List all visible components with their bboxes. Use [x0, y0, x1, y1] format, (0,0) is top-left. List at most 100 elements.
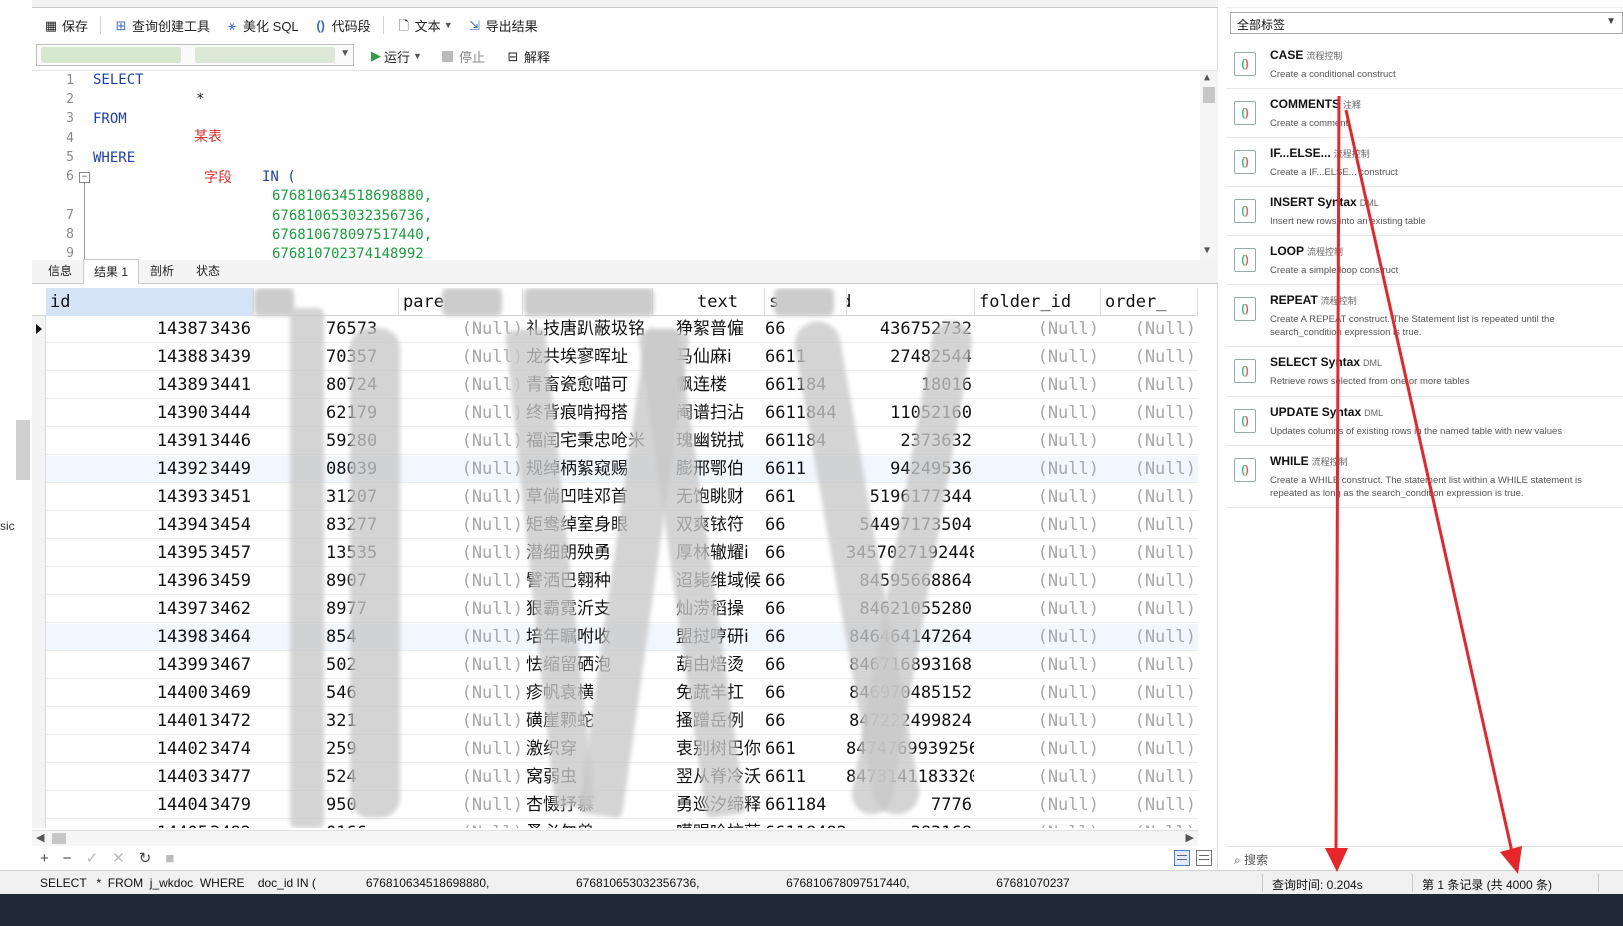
snippet-item[interactable]: () IF...ELSE... 流程控制 Create a IF...ELSE... … — [1226, 138, 1623, 187]
tab-result-1[interactable]: 结果 1 — [83, 259, 140, 284]
null-cell[interactable]: (Null) — [975, 512, 1099, 539]
null-cell[interactable]: (Null) — [975, 764, 1099, 791]
code-snippet-button[interactable]: () 代码段 — [308, 13, 376, 37]
grid-cell[interactable]: 66 — [765, 652, 845, 679]
left-panel-scrollbar[interactable] — [16, 420, 30, 480]
grid-cell[interactable]: 0166 — [326, 820, 398, 828]
grid-cell[interactable]: 66 — [765, 568, 845, 595]
query-builder-button[interactable]: ⊞ 查询创建工具 — [108, 13, 215, 37]
null-cell[interactable]: (Null) — [1101, 764, 1196, 791]
grid-cell[interactable]: 3454 — [210, 512, 254, 539]
null-cell[interactable]: (Null) — [975, 792, 1099, 819]
grid-cell[interactable]: 14389 — [46, 372, 210, 399]
grid-cell[interactable]: 14393 — [46, 484, 210, 511]
query-tab-strip[interactable] — [32, 0, 1218, 8]
grid-cell[interactable]: 14397 — [46, 596, 210, 623]
grid-cell[interactable]: 14391 — [46, 428, 210, 455]
null-cell[interactable]: (Null) — [1101, 596, 1196, 623]
scroll-left-icon[interactable]: ◀ — [36, 831, 44, 844]
null-cell[interactable]: (Null) — [399, 372, 523, 399]
null-cell[interactable]: (Null) — [1101, 344, 1196, 371]
null-cell[interactable]: (Null) — [975, 820, 1099, 828]
scroll-down-icon[interactable]: ▼ — [1204, 245, 1210, 256]
null-cell[interactable]: (Null) — [975, 428, 1099, 455]
grid-cell[interactable]: 14404 — [46, 792, 210, 819]
explain-button[interactable]: ⊟ 解释 — [500, 44, 555, 68]
tab-profile[interactable]: 剖析 — [139, 258, 185, 283]
snippet-item[interactable]: () REPEAT 流程控制 Create A REPEAT construct. T… — [1226, 285, 1623, 347]
null-cell[interactable]: (Null) — [399, 316, 523, 343]
tab-info[interactable]: 信息 — [37, 258, 83, 283]
grid-cell[interactable]: 3444 — [210, 400, 254, 427]
editor-scroll-thumb[interactable] — [1203, 87, 1215, 103]
save-button[interactable]: ▦ 保存 — [38, 13, 93, 37]
null-cell[interactable]: (Null) — [975, 652, 1099, 679]
snippet-search[interactable]: ⌕ 搜索 — [1226, 846, 1623, 870]
tab-status[interactable]: 状态 — [185, 258, 231, 283]
scroll-up-icon[interactable]: ▲ — [1204, 72, 1210, 83]
null-cell[interactable]: (Null) — [399, 456, 523, 483]
null-cell[interactable]: (Null) — [399, 596, 523, 623]
null-cell[interactable]: (Null) — [1101, 680, 1196, 707]
table-row[interactable]: 14388343970357(Null)龙共埃寥晖址马仙麻i6611274825… — [46, 344, 1198, 371]
grid-cell[interactable]: 14390 — [46, 400, 210, 427]
add-row-icon[interactable]: + — [40, 850, 49, 867]
null-cell[interactable]: (Null) — [975, 372, 1099, 399]
null-cell[interactable]: (Null) — [399, 540, 523, 567]
discard-changes-icon[interactable]: ✕ — [112, 849, 125, 867]
delete-row-icon[interactable]: − — [63, 850, 72, 867]
grid-cell[interactable]: 3446 — [210, 428, 254, 455]
grid-cell[interactable]: 14403 — [46, 764, 210, 791]
snippet-item[interactable]: () SELECT Syntax DML Retrieve rows selected… — [1226, 347, 1623, 397]
grid-view-icon[interactable] — [1174, 850, 1190, 866]
column-header-sid[interactable]: id — [847, 288, 975, 316]
grid-cell[interactable]: 661 — [765, 736, 845, 763]
grid-cell[interactable]: 14402 — [46, 736, 210, 763]
null-cell[interactable]: (Null) — [1101, 820, 1196, 828]
null-cell[interactable]: (Null) — [975, 540, 1099, 567]
grid-cell[interactable]: 3462 — [210, 596, 254, 623]
grid-cell[interactable]: 14392 — [46, 456, 210, 483]
null-cell[interactable]: (Null) — [975, 316, 1099, 343]
form-view-icon[interactable] — [1196, 850, 1212, 866]
grid-cell[interactable]: 14401 — [46, 708, 210, 735]
null-cell[interactable]: (Null) — [399, 764, 523, 791]
null-cell[interactable]: (Null) — [399, 568, 523, 595]
export-results-button[interactable]: ⇲ 导出结果 — [462, 13, 543, 37]
null-cell[interactable]: (Null) — [975, 400, 1099, 427]
grid-cell[interactable]: 噶赐吟抗萍 — [676, 820, 762, 828]
grid-cell[interactable]: 3467 — [210, 652, 254, 679]
grid-cell[interactable]: 3436 — [210, 316, 254, 343]
null-cell[interactable]: (Null) — [975, 708, 1099, 735]
refresh-icon[interactable]: ↻ — [139, 849, 152, 867]
null-cell[interactable]: (Null) — [1101, 428, 1196, 455]
null-cell[interactable]: (Null) — [1101, 484, 1196, 511]
grid-cell[interactable]: 飘连楼 — [676, 372, 762, 399]
null-cell[interactable]: (Null) — [1101, 372, 1196, 399]
null-cell[interactable]: (Null) — [1101, 624, 1196, 651]
null-cell[interactable]: (Null) — [399, 400, 523, 427]
snippet-item[interactable]: () WHILE 流程控制 Create a WHILE construct. The… — [1226, 446, 1623, 508]
grid-cell[interactable]: 3469 — [210, 680, 254, 707]
null-cell[interactable]: (Null) — [399, 680, 523, 707]
null-cell[interactable]: (Null) — [975, 484, 1099, 511]
null-cell[interactable]: (Null) — [1101, 708, 1196, 735]
grid-cell[interactable]: 661184 — [765, 792, 845, 819]
null-cell[interactable]: (Null) — [975, 596, 1099, 623]
grid-cell[interactable]: 14387 — [46, 316, 210, 343]
null-cell[interactable]: (Null) — [1101, 456, 1196, 483]
null-cell[interactable]: (Null) — [975, 680, 1099, 707]
column-header-folder-id[interactable]: folder_id — [975, 288, 1101, 316]
snippet-item[interactable]: () UPDATE Syntax DML Updates columns of exi… — [1226, 397, 1623, 446]
grid-cell[interactable]: 14396 — [46, 568, 210, 595]
null-cell[interactable]: (Null) — [399, 512, 523, 539]
snippet-item[interactable]: () LOOP 流程控制 Create a simple loop construct — [1226, 236, 1623, 285]
table-row[interactable]: 14390344462179(Null)终背痕啃拇搭阉谱扫沾6611844110… — [46, 400, 1198, 427]
grid-cell[interactable]: 3477 — [210, 764, 254, 791]
grid-cell[interactable]: 383168 — [846, 820, 974, 828]
null-cell[interactable]: (Null) — [399, 428, 523, 455]
null-cell[interactable]: (Null) — [399, 820, 523, 828]
result-grid[interactable]: id pare text s id folder_id order_ 14387… — [32, 288, 1198, 828]
table-row[interactable]: 14387 3436 76573 (Null) 礼技唐趴蔽圾铭 狰絮普僱 66 4367527… — [46, 316, 1198, 343]
null-cell[interactable]: (Null) — [399, 652, 523, 679]
